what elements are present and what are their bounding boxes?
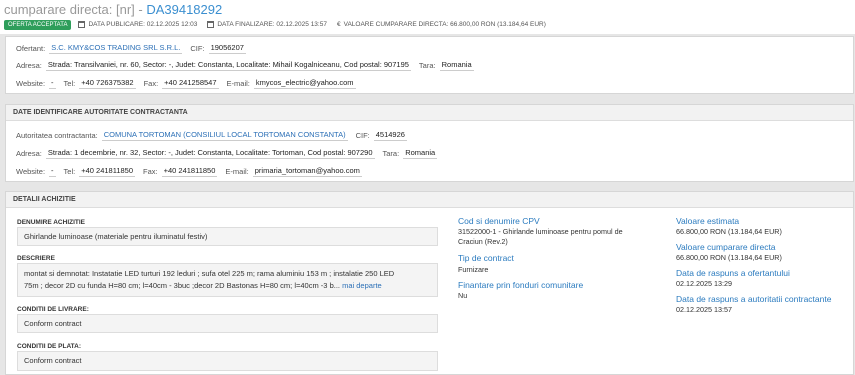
descriere-line2: 75m ; decor 2D cu funda H=80 cm; l=40cm … [24, 281, 340, 290]
calendar-icon [78, 21, 86, 28]
eu-funds: Nu [458, 291, 468, 300]
autoritate-heading: DATE IDENTIFICARE AUTORITATE CONTRACTANT… [6, 105, 853, 121]
authority-response-date: 02.12.2025 13:57 [676, 305, 732, 314]
ofertant-tel: +40 726375382 [79, 78, 136, 89]
autoritate-contact-row: Website: - Tel: +40 241811850 Fax: +40 2… [16, 165, 370, 177]
finalize-date: DATA FINALIZARE: 02.12.2025 13:57 [217, 21, 327, 28]
read-more-link[interactable]: mai departe [342, 281, 382, 290]
country-label: Tara: [382, 148, 400, 158]
calendar-icon [207, 21, 215, 28]
cpv-label: Cod si denumire CPV [458, 216, 540, 226]
page-title: cumparare directa: [nr] - DA39418292 [4, 2, 222, 17]
address-label: Adresa: [16, 148, 42, 158]
achizitie-heading: DETALII ACHIZITIE [6, 192, 853, 208]
denumire-label: DENUMIRE ACHIZITIE [17, 219, 86, 226]
achizitie-panel: DETALII ACHIZITIE DENUMIRE ACHIZITIE Ghi… [5, 191, 854, 375]
bidder-response-label: Data de raspuns a ofertantului [676, 268, 790, 278]
purchase-value: VALOARE CUMPARARE DIRECTA: 66.800,00 RON… [343, 21, 546, 28]
tel-label: Tel: [63, 78, 76, 88]
livrare-label: CONDITII DE LIVRARE: [17, 306, 89, 313]
contract-type: Furnizare [458, 265, 489, 274]
eu-funds-label: Finantare prin fonduri comunitare [458, 280, 584, 290]
euro-icon: € [336, 21, 341, 28]
plata-label: CONDITII DE PLATA: [17, 343, 82, 350]
autoritate-name-link[interactable]: COMUNA TORTOMAN (CONSILIUL LOCAL TORTOMA… [101, 129, 348, 141]
cif-label: CIF: [355, 130, 370, 140]
ofertant-contact-row: Website: - Tel: +40 726375382 Fax: +40 2… [16, 77, 364, 89]
ofertant-website: - [49, 78, 56, 89]
purchase-value-detail: 66.800,00 RON (13.184,64 EUR) [676, 253, 782, 262]
procurement-code: DA39418292 [146, 2, 223, 17]
descriere-field: montat si demnotat: Instatatie LED turtu… [17, 263, 438, 297]
bidder-response-date: 02.12.2025 13:29 [676, 279, 732, 288]
autoritate-website: - [49, 166, 56, 177]
autoritate-email: primaria_tortoman@yahoo.com [252, 166, 362, 177]
website-label: Website: [16, 166, 46, 176]
ofertant-country: Romania [439, 60, 474, 71]
ofertant-cif: 19056207 [208, 43, 246, 54]
descriere-line1: montat si demnotat: Instatatie LED turtu… [24, 269, 395, 278]
website-label: Website: [16, 78, 46, 88]
livrare-field: Conform contract [17, 314, 438, 333]
ofertant-address: Strada: Transilvaniei, nr. 60, Sector: -… [45, 60, 411, 71]
ofertant-address-row: Adresa: Strada: Transilvaniei, nr. 60, S… [16, 59, 482, 71]
ofertant-fax: +40 241258547 [162, 78, 219, 89]
denumire-field: Ghirlande luminoase (materiale pentru il… [17, 227, 438, 246]
fax-label: Fax: [143, 78, 159, 88]
autoritate-row: Autoritatea contractanta: COMUNA TORTOMA… [16, 129, 415, 141]
estimated-value: 66.800,00 RON (13.184,64 EUR) [676, 227, 782, 236]
page-header: cumparare directa: [nr] - DA39418292 OFE… [0, 0, 855, 34]
autoritate-address: Strada: 1 decembrie, nr. 32, Sector: -, … [45, 148, 375, 159]
email-label: E-mail: [225, 166, 249, 176]
address-label: Adresa: [16, 60, 42, 70]
autoritate-country: Romania [403, 148, 438, 159]
autoritate-label: Autoritatea contractanta: [16, 130, 98, 140]
email-label: E-mail: [226, 78, 250, 88]
title-prefix: cumparare directa: [nr] - [4, 2, 147, 17]
ofertant-name-link[interactable]: S.C. KMY&COS TRADING SRL S.R.L. [49, 42, 183, 54]
autoritate-fax: +40 241811850 [161, 166, 218, 177]
authority-response-label: Data de raspuns a autoritatii contractan… [676, 294, 832, 304]
purchase-value-label: Valoare cumparare directa [676, 242, 776, 252]
autoritate-panel: DATE IDENTIFICARE AUTORITATE CONTRACTANT… [5, 104, 854, 182]
tel-label: Tel: [63, 166, 76, 176]
autoritate-address-row: Adresa: Strada: 1 decembrie, nr. 32, Sec… [16, 147, 445, 159]
status-badge: OFERTA ACCEPTATA [4, 19, 72, 30]
ofertant-panel: Ofertant: S.C. KMY&COS TRADING SRL S.R.L… [5, 36, 854, 94]
estimated-value-label: Valoare estimata [676, 216, 740, 226]
plata-field: Conform contract [17, 351, 438, 371]
publish-date: DATA PUBLICARE: 02.12.2025 12:03 [88, 21, 198, 28]
descriere-label: DESCRIERE [17, 255, 55, 262]
cpv-line2: Craciun (Rev.2) [458, 237, 508, 246]
contract-type-label: Tip de contract [458, 253, 514, 263]
ofertant-email: kmycos_electric@yahoo.com [253, 78, 356, 89]
cpv-line1: 31522000-1 - Ghirlande luminoase pentru … [458, 227, 623, 236]
ofertant-label: Ofertant: [16, 43, 46, 53]
country-label: Tara: [418, 60, 436, 70]
ofertant-row: Ofertant: S.C. KMY&COS TRADING SRL S.R.L… [16, 42, 254, 54]
cif-label: CIF: [190, 43, 205, 53]
autoritate-cif: 4514926 [373, 130, 407, 141]
header-meta: OFERTA ACCEPTATA DATA PUBLICARE: 02.12.2… [4, 19, 556, 30]
fax-label: Fax: [143, 166, 158, 176]
autoritate-tel: +40 241811850 [79, 166, 136, 177]
